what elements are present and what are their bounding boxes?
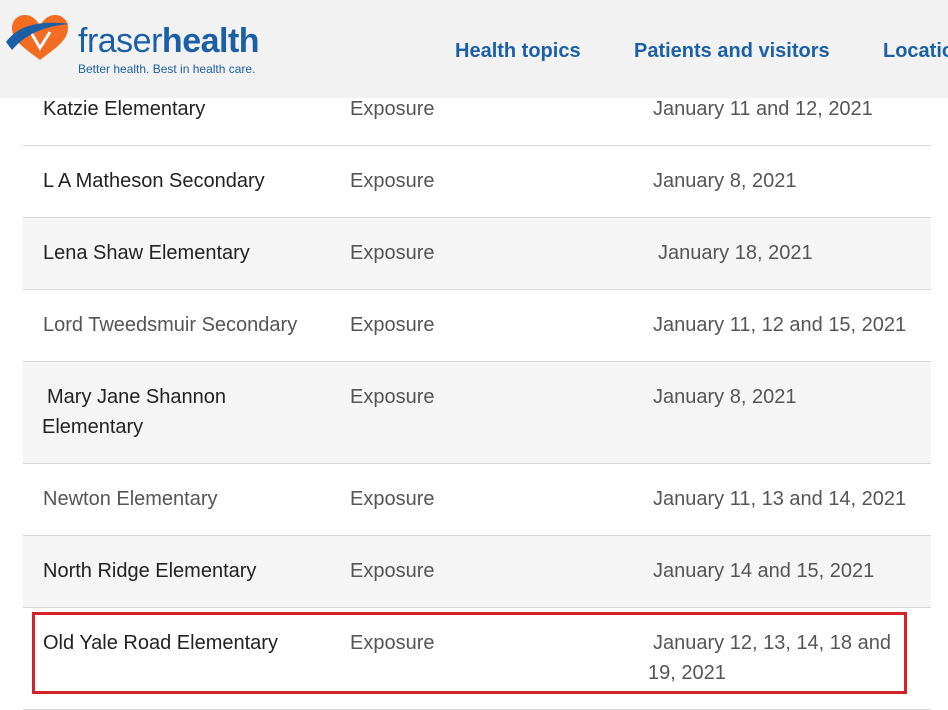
school-exposures-table: Katzie Elementary Exposure January 11 an… (23, 72, 931, 710)
school-name: Newton Elementary (43, 488, 218, 510)
exposure-dates: January 12, 13, 14, 18 and 19, 2021 (648, 632, 891, 684)
exposure-type: Exposure (350, 98, 435, 120)
school-name: Mary Jane Shannon Elementary (42, 386, 227, 438)
exposure-dates: January 11 and 12, 2021 (653, 98, 873, 120)
table-row: Old Yale Road Elementary Exposure Januar… (23, 608, 931, 710)
exposure-type: Exposure (350, 560, 435, 582)
school-name: Lena Shaw Elementary (43, 242, 250, 264)
school-name: L A Matheson Secondary (43, 170, 265, 192)
table-row: North Ridge Elementary Exposure January … (23, 536, 931, 608)
exposure-dates: January 8, 2021 (653, 386, 797, 408)
exposure-type: Exposure (350, 314, 435, 336)
exposure-dates: January 8, 2021 (653, 170, 797, 192)
nav-locations[interactable]: Locatio (883, 40, 948, 63)
exposure-type: Exposure (350, 242, 435, 264)
school-name: Katzie Elementary (43, 98, 206, 120)
nav-patients-and-visitors[interactable]: Patients and visitors (634, 40, 830, 63)
exposure-type: Exposure (350, 488, 435, 510)
exposure-dates: January 11, 12 and 15, 2021 (653, 314, 907, 336)
site-header: fraserhealth Better health. Best in heal… (0, 0, 948, 98)
table-row: Lena Shaw Elementary Exposure January 18… (23, 218, 931, 290)
table-row: Mary Jane Shannon Elementary Exposure Ja… (23, 362, 931, 464)
main-nav: Health topics Patients and visitors Loca… (0, 40, 948, 68)
exposure-dates: January 11, 13 and 14, 2021 (653, 488, 907, 510)
exposure-dates: January 18, 2021 (658, 242, 813, 264)
school-name: Old Yale Road Elementary (43, 632, 278, 654)
table-row: Lord Tweedsmuir Secondary Exposure Janua… (23, 290, 931, 362)
exposure-type: Exposure (350, 170, 435, 192)
exposure-type: Exposure (350, 632, 435, 654)
school-name: Lord Tweedsmuir Secondary (43, 314, 298, 336)
table-row: L A Matheson Secondary Exposure January … (23, 146, 931, 218)
school-name: North Ridge Elementary (43, 560, 257, 582)
exposure-dates: January 14 and 15, 2021 (653, 560, 875, 582)
exposure-type: Exposure (350, 386, 435, 408)
table-row: Newton Elementary Exposure January 11, 1… (23, 464, 931, 536)
nav-health-topics[interactable]: Health topics (455, 40, 581, 63)
